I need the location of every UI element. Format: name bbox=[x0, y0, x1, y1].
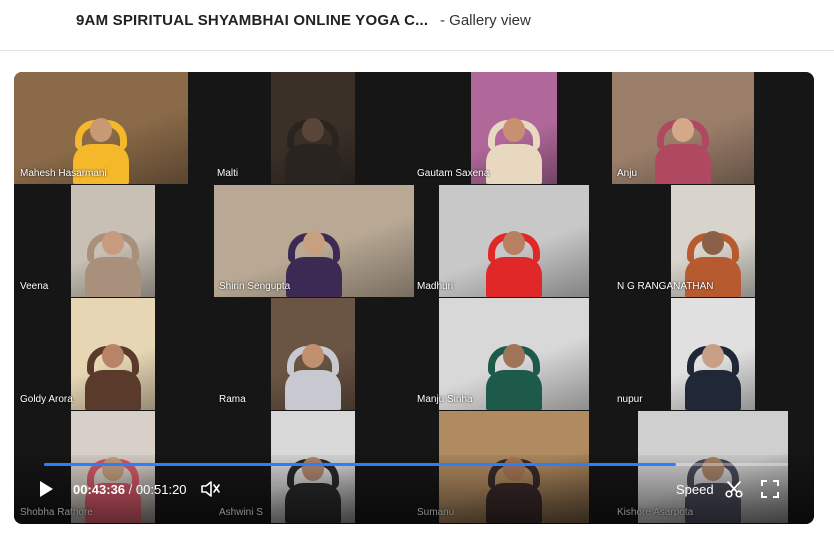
progress-fill bbox=[44, 463, 676, 466]
total-duration: 00:51:20 bbox=[135, 482, 187, 497]
participant-name: Manju Sinha bbox=[417, 394, 473, 405]
view-mode-label: - Gallery view bbox=[440, 12, 531, 29]
participant-figure bbox=[685, 344, 741, 410]
participant-figure bbox=[285, 118, 341, 184]
participant-tile bbox=[71, 185, 155, 297]
current-time: 00:43:36 bbox=[73, 482, 126, 497]
recording-title: 9AM SPIRITUAL SHYAMBHAI ONLINE YOGA C... bbox=[76, 12, 429, 29]
participant-name: N G RANGANATHAN bbox=[617, 281, 714, 292]
participant-tile bbox=[271, 298, 355, 410]
participant-figure bbox=[85, 231, 141, 297]
video-player[interactable]: Mahesh Hasarmani Malti Gautam Saxena Anju Ve… bbox=[14, 72, 814, 524]
header: 9AM SPIRITUAL SHYAMBHAI ONLINE YOGA C...… bbox=[0, 0, 834, 51]
participant-figure bbox=[285, 344, 341, 410]
participant-name: Rama bbox=[219, 394, 246, 405]
participant-tile bbox=[671, 298, 755, 410]
participant-figure bbox=[486, 231, 542, 297]
progress-bar[interactable] bbox=[44, 463, 788, 466]
participant-figure bbox=[486, 344, 542, 410]
scissors-icon[interactable] bbox=[725, 480, 743, 498]
participant-figure bbox=[486, 118, 542, 184]
participant-figure bbox=[655, 118, 711, 184]
participant-name: Anju bbox=[617, 168, 638, 179]
time-display: 00:43:36 / 00:51:20 bbox=[73, 482, 187, 497]
participant-name: Goldy Arora bbox=[20, 394, 73, 405]
participant-tile bbox=[439, 185, 589, 297]
play-icon[interactable] bbox=[40, 481, 53, 497]
participant-name: Madhuri bbox=[417, 281, 454, 292]
participant-figure bbox=[85, 344, 141, 410]
player-controls: 00:43:36 / 00:51:20 Speed bbox=[14, 455, 814, 524]
participant-name: Gautam Saxena bbox=[417, 168, 490, 179]
participant-name: Shirin Sengupta bbox=[219, 281, 291, 292]
participant-name: nupur bbox=[617, 394, 643, 405]
volume-icon[interactable] bbox=[200, 480, 220, 498]
participant-name: Malti bbox=[217, 168, 239, 179]
participant-figure bbox=[286, 231, 342, 297]
fullscreen-icon[interactable] bbox=[761, 480, 779, 498]
participant-name: Veena bbox=[20, 281, 49, 292]
time-separator: / bbox=[128, 482, 133, 497]
participant-name: Mahesh Hasarmani bbox=[20, 168, 107, 179]
speed-button[interactable]: Speed bbox=[676, 482, 714, 497]
participant-tile bbox=[71, 298, 155, 410]
participant-tile bbox=[271, 72, 355, 184]
